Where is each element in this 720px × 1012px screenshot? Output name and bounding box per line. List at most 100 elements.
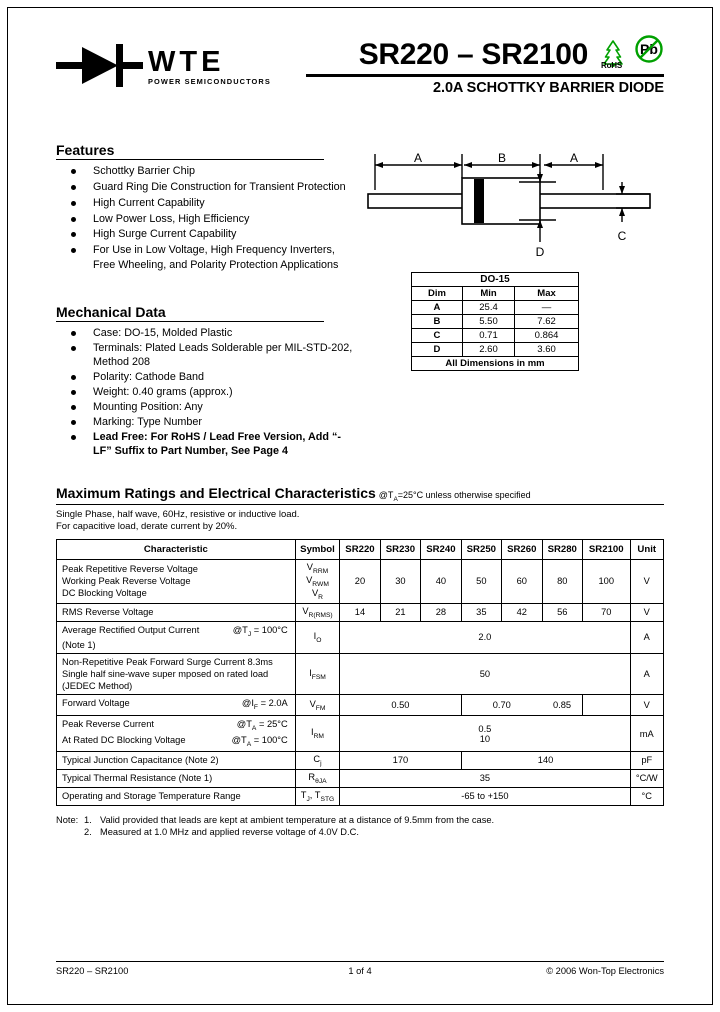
value-cell-span <box>582 694 631 716</box>
symbol-cell: IRM <box>294 714 341 753</box>
brand-name: WTE <box>148 45 225 78</box>
characteristic-line: Average Rectified Output Current <box>62 624 200 635</box>
dim-min: 5.50 <box>461 314 516 329</box>
column-header-unit: Unit <box>629 539 665 561</box>
list-item: Marking: Type Number <box>56 415 356 429</box>
table-row: C 0.71 0.864 <box>411 328 579 343</box>
page-content: WTE POWER SEMICONDUCTORS SR220 – SR2100 … <box>56 20 664 839</box>
ratings-table: Characteristic Symbol SR220 SR230 SR240 … <box>56 539 665 806</box>
footnote-label: Note: <box>56 814 79 825</box>
table-row: Operating and Storage Temperature Range … <box>56 786 665 806</box>
mechanical-data-list: Case: DO-15, Molded Plastic Terminals: P… <box>56 326 356 458</box>
dim-label: D <box>411 342 463 357</box>
footer-copyright: © 2006 Won-Top Electronics <box>546 966 665 976</box>
characteristic-line: Single half sine-wave super mposed on ra… <box>62 669 269 680</box>
title-block: SR220 – SR2100 RoHS Pb <box>306 20 664 96</box>
list-item: High Surge Current Capability <box>56 227 356 241</box>
footnote-number: 1. <box>84 814 92 825</box>
footnote-row: 2. Measured at 1.0 MHz and applied rever… <box>56 826 664 839</box>
mechanical-data-section: Mechanical Data Case: DO-15, Molded Plas… <box>56 304 356 458</box>
value-cell: 50 <box>460 559 503 604</box>
column-header-sr260: SR260 <box>501 539 543 561</box>
column-header-characteristic: Characteristic <box>56 539 296 561</box>
rohs-label: RoHS <box>601 61 622 70</box>
characteristic-cell: Peak Repetitive Reverse Voltage Working … <box>56 559 296 604</box>
dim-max: — <box>514 300 579 315</box>
table-row: Typical Thermal Resistance (Note 1) RθJA… <box>56 768 665 788</box>
characteristic-cell: Forward Voltage @IF = 2.0A <box>56 694 296 716</box>
dimensions-table: DO-15 Dim Min Max A 25.4 — B 5.50 7.62 C… <box>411 272 579 371</box>
page-footer: SR220 – SR2100 1 of 4 © 2006 Won-Top Ele… <box>56 961 664 976</box>
mechanical-data-heading: Mechanical Data <box>56 304 324 323</box>
unit-cell: A <box>629 620 665 655</box>
column-header-sr220: SR220 <box>339 539 381 561</box>
list-item: Terminals: Plated Leads Solderable per M… <box>56 341 356 370</box>
dim-label: A <box>411 300 463 315</box>
table-row: B 5.50 7.62 <box>411 314 579 329</box>
value-cell: 80 <box>541 559 583 604</box>
green-tree-icon: RoHS <box>598 39 628 70</box>
ratings-condition: @TA=25°C unless otherwise specified <box>378 489 531 503</box>
list-item: Schottky Barrier Chip <box>56 164 356 178</box>
list-item: High Current Capability <box>56 196 356 210</box>
table-row: Non-Repetitive Peak Forward Surge Curren… <box>56 653 665 696</box>
value-cell: 100 <box>581 559 631 604</box>
dim-table-footer: All Dimensions in mm <box>411 356 579 371</box>
ratings-notes: Single Phase, half wave, 60Hz, resistive… <box>56 509 664 533</box>
dimensions-table-wrap: DO-15 Dim Min Max A 25.4 — B 5.50 7.62 C… <box>411 272 579 371</box>
ratings-note-line2: For capacitive load, derate current by 2… <box>56 520 238 532</box>
footnote-text: Valid provided that leads are kept at am… <box>100 814 495 825</box>
unit-cell: V <box>629 694 665 716</box>
characteristic-line: Peak Reverse Current <box>62 718 154 729</box>
characteristic-line: Forward Voltage <box>62 698 130 709</box>
value-cell-span: 0.5 10 <box>339 714 631 753</box>
list-item: Low Power Loss, High Efficiency <box>56 212 356 226</box>
list-item: Polarity: Cathode Band <box>56 370 356 384</box>
dim-table-title: DO-15 <box>411 272 579 287</box>
characteristic-line: (Note 1) <box>62 640 96 651</box>
value-cell: 14 <box>339 602 381 622</box>
value-cell: 40 <box>420 559 462 604</box>
symbol-cell: VR(RMS) <box>294 602 341 622</box>
brand-text: WTE POWER SEMICONDUCTORS <box>148 45 271 87</box>
svg-text:A: A <box>414 151 422 165</box>
svg-text:C: C <box>618 229 627 243</box>
page-header: WTE POWER SEMICONDUCTORS SR220 – SR2100 … <box>56 20 664 120</box>
ratings-section: Maximum Ratings and Electrical Character… <box>56 484 665 839</box>
svg-text:D: D <box>536 245 545 259</box>
footnotes: Note: 1. Valid provided that leads are k… <box>56 814 664 839</box>
page-subtitle: 2.0A SCHOTTKY BARRIER DIODE <box>433 80 664 96</box>
dim-max: 3.60 <box>514 342 579 357</box>
footer-page-number: 1 of 4 <box>348 966 372 976</box>
table-row: D 2.60 3.60 <box>411 342 579 357</box>
footnote-spacer <box>56 826 84 839</box>
characteristic-line: Working Peak Reverse Voltage <box>62 576 191 587</box>
dim-min: 2.60 <box>461 342 516 357</box>
list-item: Guard Ring Die Construction for Transien… <box>56 180 356 194</box>
value-cell: 30 <box>379 559 422 604</box>
value-cell-span: 0.50 <box>339 694 462 716</box>
ratings-heading: Maximum Ratings and Electrical Character… <box>56 484 376 501</box>
value-cell-span: 35 <box>339 768 631 788</box>
list-item: Case: DO-15, Molded Plastic <box>56 326 356 340</box>
characteristic-cell: Average Rectified Output Current @TJ = 1… <box>56 620 296 655</box>
ratings-note-line1: Single Phase, half wave, 60Hz, resistive… <box>56 508 300 520</box>
list-item: Weight: 0.40 grams (approx.) <box>56 385 356 399</box>
unit-cell: V <box>629 602 665 622</box>
footnote-row: Note: 1. Valid provided that leads are k… <box>56 814 664 827</box>
table-row: Dim Min Max <box>411 286 579 301</box>
characteristic-cell: Typical Thermal Resistance (Note 1) <box>56 768 296 788</box>
lead-free-pb-icon: Pb <box>634 34 664 69</box>
footnote-number: 2. <box>84 827 92 838</box>
list-item: Mounting Position: Any <box>56 400 356 414</box>
value-cell: 70 <box>581 602 631 622</box>
column-header-sr230: SR230 <box>379 539 422 561</box>
column-header-sr250: SR250 <box>460 539 503 561</box>
characteristic-line: DC Blocking Voltage <box>62 588 147 599</box>
brand-tagline: POWER SEMICONDUCTORS <box>148 77 271 87</box>
value-cell-span: 170 <box>339 751 462 770</box>
value-line: 0.5 <box>478 723 492 734</box>
value-line: 10 <box>479 733 491 744</box>
company-logo: WTE POWER SEMICONDUCTORS <box>56 20 306 93</box>
symbol-cell: IFSM <box>294 653 341 696</box>
